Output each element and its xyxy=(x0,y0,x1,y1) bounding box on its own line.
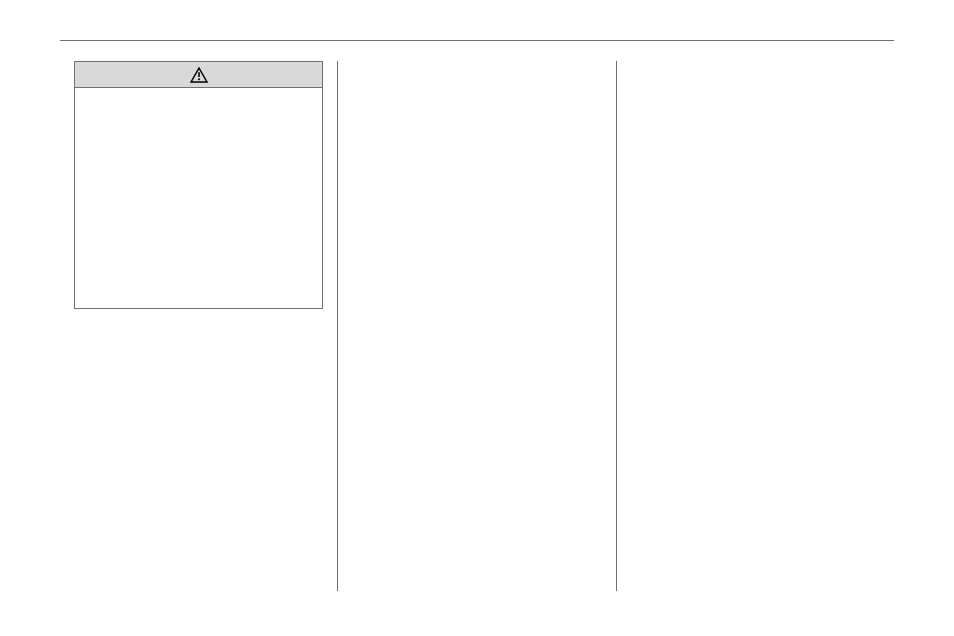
callout-body xyxy=(75,88,322,308)
column-3 xyxy=(616,61,894,591)
column-2 xyxy=(337,61,615,591)
callout-header xyxy=(75,62,322,88)
document-page xyxy=(0,0,954,636)
warning-triangle-icon xyxy=(190,67,208,83)
column-layout xyxy=(60,61,894,591)
column-1 xyxy=(60,61,337,591)
warning-callout xyxy=(74,61,323,309)
header-divider xyxy=(60,40,894,41)
